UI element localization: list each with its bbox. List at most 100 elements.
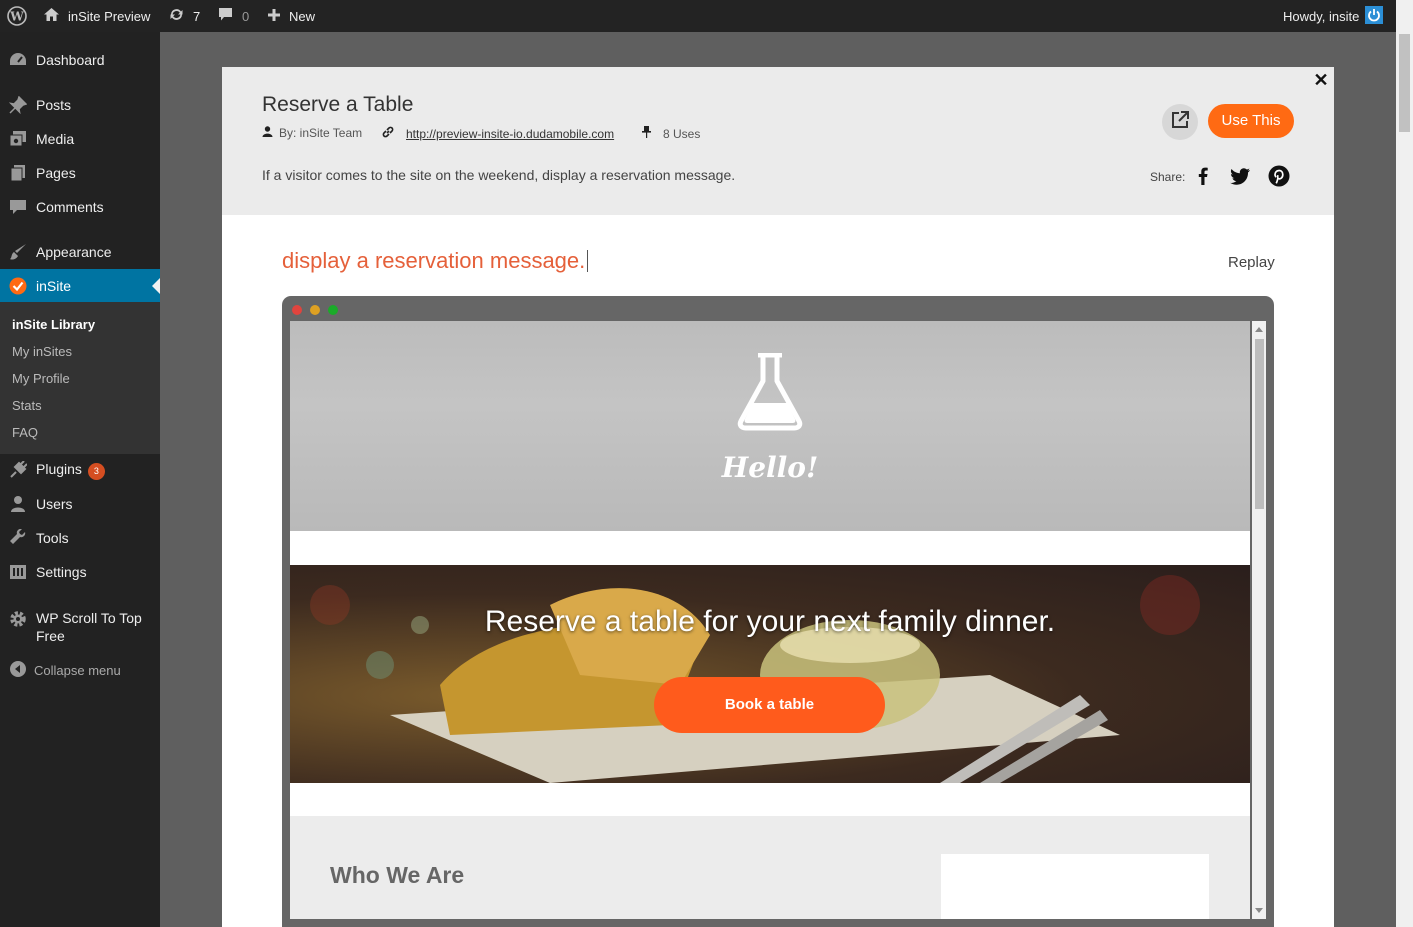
template-url-link[interactable]: http://preview-insite-io.dudamobile.com bbox=[406, 127, 614, 141]
media-icon bbox=[9, 130, 27, 148]
url-meta: http://preview-insite-io.dudamobile.com bbox=[382, 126, 614, 141]
food-photo bbox=[310, 575, 1200, 783]
new-content-link[interactable]: New bbox=[267, 0, 315, 32]
current-indicator bbox=[152, 278, 160, 294]
menu-media[interactable]: Media bbox=[0, 122, 160, 156]
template-description: If a visitor comes to the site on the we… bbox=[262, 167, 736, 183]
submenu-insite-library[interactable]: inSite Library bbox=[12, 317, 95, 332]
menu-label: Users bbox=[36, 496, 73, 512]
menu-users[interactable]: Users bbox=[0, 487, 160, 521]
template-title: Reserve a Table bbox=[262, 93, 414, 116]
site-name: inSite Preview bbox=[68, 8, 151, 24]
menu-label: Dashboard bbox=[36, 52, 105, 68]
collapse-menu-button[interactable]: Collapse menu bbox=[0, 653, 160, 687]
menu-label: Appearance bbox=[36, 244, 112, 260]
menu-label: Pages bbox=[36, 165, 76, 181]
power-icon bbox=[1365, 5, 1384, 27]
reservation-banner: Reserve a table for your next family din… bbox=[290, 565, 1250, 783]
updates-link[interactable]: 7 bbox=[168, 0, 200, 32]
refresh-icon bbox=[168, 7, 185, 25]
facebook-icon[interactable] bbox=[1191, 164, 1215, 188]
update-badge: 3 bbox=[87, 462, 105, 480]
replay-button[interactable]: Replay bbox=[1228, 254, 1275, 271]
flask-icon bbox=[736, 352, 804, 436]
admin-sidebar: Dashboard Posts Media Pages Comments App… bbox=[0, 32, 160, 927]
menu-insite[interactable]: inSite bbox=[0, 269, 160, 303]
scrollbar-thumb[interactable] bbox=[1255, 339, 1264, 509]
settings-icon bbox=[9, 563, 27, 581]
pinterest-icon[interactable] bbox=[1267, 164, 1291, 188]
account-menu[interactable]: Howdy, insite bbox=[1283, 0, 1384, 32]
menu-label: Plugins bbox=[36, 460, 82, 477]
plus-icon bbox=[267, 8, 281, 25]
close-icon: ✕ bbox=[1313, 70, 1329, 90]
close-modal-button[interactable]: ✕ bbox=[1312, 71, 1330, 89]
window-close-dot bbox=[292, 305, 302, 315]
share-label: Share: bbox=[1150, 170, 1186, 184]
menu-plugins[interactable]: Plugins 3 bbox=[0, 453, 160, 487]
external-link-icon bbox=[1170, 110, 1190, 135]
scroll-down-arrow-icon[interactable] bbox=[1255, 908, 1263, 913]
typed-phrase: display a reservation message. bbox=[282, 248, 586, 273]
svg-text:W: W bbox=[9, 10, 24, 24]
open-external-button[interactable] bbox=[1162, 104, 1198, 140]
preview-viewport: Hello! Reserve a table for your next fam… bbox=[290, 321, 1250, 919]
link-icon bbox=[382, 126, 400, 141]
updates-count: 7 bbox=[193, 8, 201, 24]
menu-pages[interactable]: Pages bbox=[0, 156, 160, 190]
about-section: Who We Are bbox=[290, 816, 1250, 919]
person-icon bbox=[262, 126, 279, 140]
window-scrollbar-thumb[interactable] bbox=[1399, 34, 1410, 132]
collapse-arrow-icon bbox=[10, 661, 28, 679]
menu-settings[interactable]: Settings bbox=[0, 555, 160, 589]
author-text: By: inSite Team bbox=[279, 126, 363, 140]
submenu-my-insites[interactable]: My inSites bbox=[12, 344, 72, 359]
twitter-icon[interactable] bbox=[1228, 164, 1252, 188]
menu-comments[interactable]: Comments bbox=[0, 190, 160, 224]
preview-scrollbar[interactable] bbox=[1252, 321, 1266, 919]
menu-wp-scroll-to-top[interactable]: WP Scroll To Top Free bbox=[0, 603, 160, 649]
menu-posts[interactable]: Posts bbox=[0, 88, 160, 122]
pages-icon bbox=[9, 164, 27, 182]
uses-count: 8 Uses bbox=[663, 126, 701, 141]
template-preview-modal: Reserve a Table By: inSite Team http://p… bbox=[222, 67, 1334, 927]
submenu-my-profile[interactable]: My Profile bbox=[12, 371, 70, 386]
home-icon bbox=[43, 7, 60, 25]
dashboard-icon bbox=[9, 51, 27, 69]
gear-icon bbox=[9, 610, 27, 628]
site-name-link[interactable]: inSite Preview bbox=[43, 0, 150, 32]
menu-label: WP Scroll To Top Free bbox=[36, 610, 142, 644]
window-minimize-dot bbox=[310, 305, 320, 315]
plug-icon bbox=[9, 460, 28, 479]
menu-dashboard[interactable]: Dashboard bbox=[0, 43, 160, 77]
window-maximize-dot bbox=[328, 305, 338, 315]
submenu-faq[interactable]: FAQ bbox=[12, 425, 38, 440]
comments-link[interactable]: 0 bbox=[218, 0, 249, 32]
menu-label-wrap: Plugins 3 bbox=[36, 461, 105, 480]
submenu-stats[interactable]: Stats bbox=[12, 398, 42, 413]
reservation-message: Reserve a table for your next family din… bbox=[484, 605, 1056, 638]
menu-tools[interactable]: Tools bbox=[0, 521, 160, 555]
use-this-button[interactable]: Use This bbox=[1208, 104, 1294, 138]
wordpress-logo-icon[interactable]: W bbox=[7, 0, 27, 32]
new-label: New bbox=[289, 8, 316, 24]
comment-icon bbox=[218, 7, 233, 25]
author-meta: By: inSite Team bbox=[262, 126, 362, 140]
about-title: Who We Are bbox=[330, 862, 465, 888]
menu-label: Tools bbox=[36, 530, 69, 546]
wrench-icon bbox=[9, 528, 27, 547]
menu-appearance[interactable]: Appearance bbox=[0, 235, 160, 269]
hero-greeting: Hello! bbox=[721, 451, 819, 484]
user-icon bbox=[9, 495, 27, 513]
modal-header: Reserve a Table By: inSite Team http://p… bbox=[222, 67, 1334, 215]
pin-icon bbox=[8, 95, 28, 115]
window-scrollbar[interactable] bbox=[1396, 0, 1413, 927]
menu-label: Settings bbox=[36, 564, 87, 580]
book-table-button[interactable]: Book a table bbox=[654, 677, 885, 733]
hero-section: Hello! bbox=[290, 321, 1250, 531]
comments-count: 0 bbox=[242, 8, 250, 24]
scroll-up-arrow-icon[interactable] bbox=[1255, 327, 1263, 332]
brush-icon bbox=[9, 243, 27, 261]
collapse-label: Collapse menu bbox=[34, 662, 121, 678]
preview-browser-frame: Hello! Reserve a table for your next fam… bbox=[282, 296, 1274, 927]
